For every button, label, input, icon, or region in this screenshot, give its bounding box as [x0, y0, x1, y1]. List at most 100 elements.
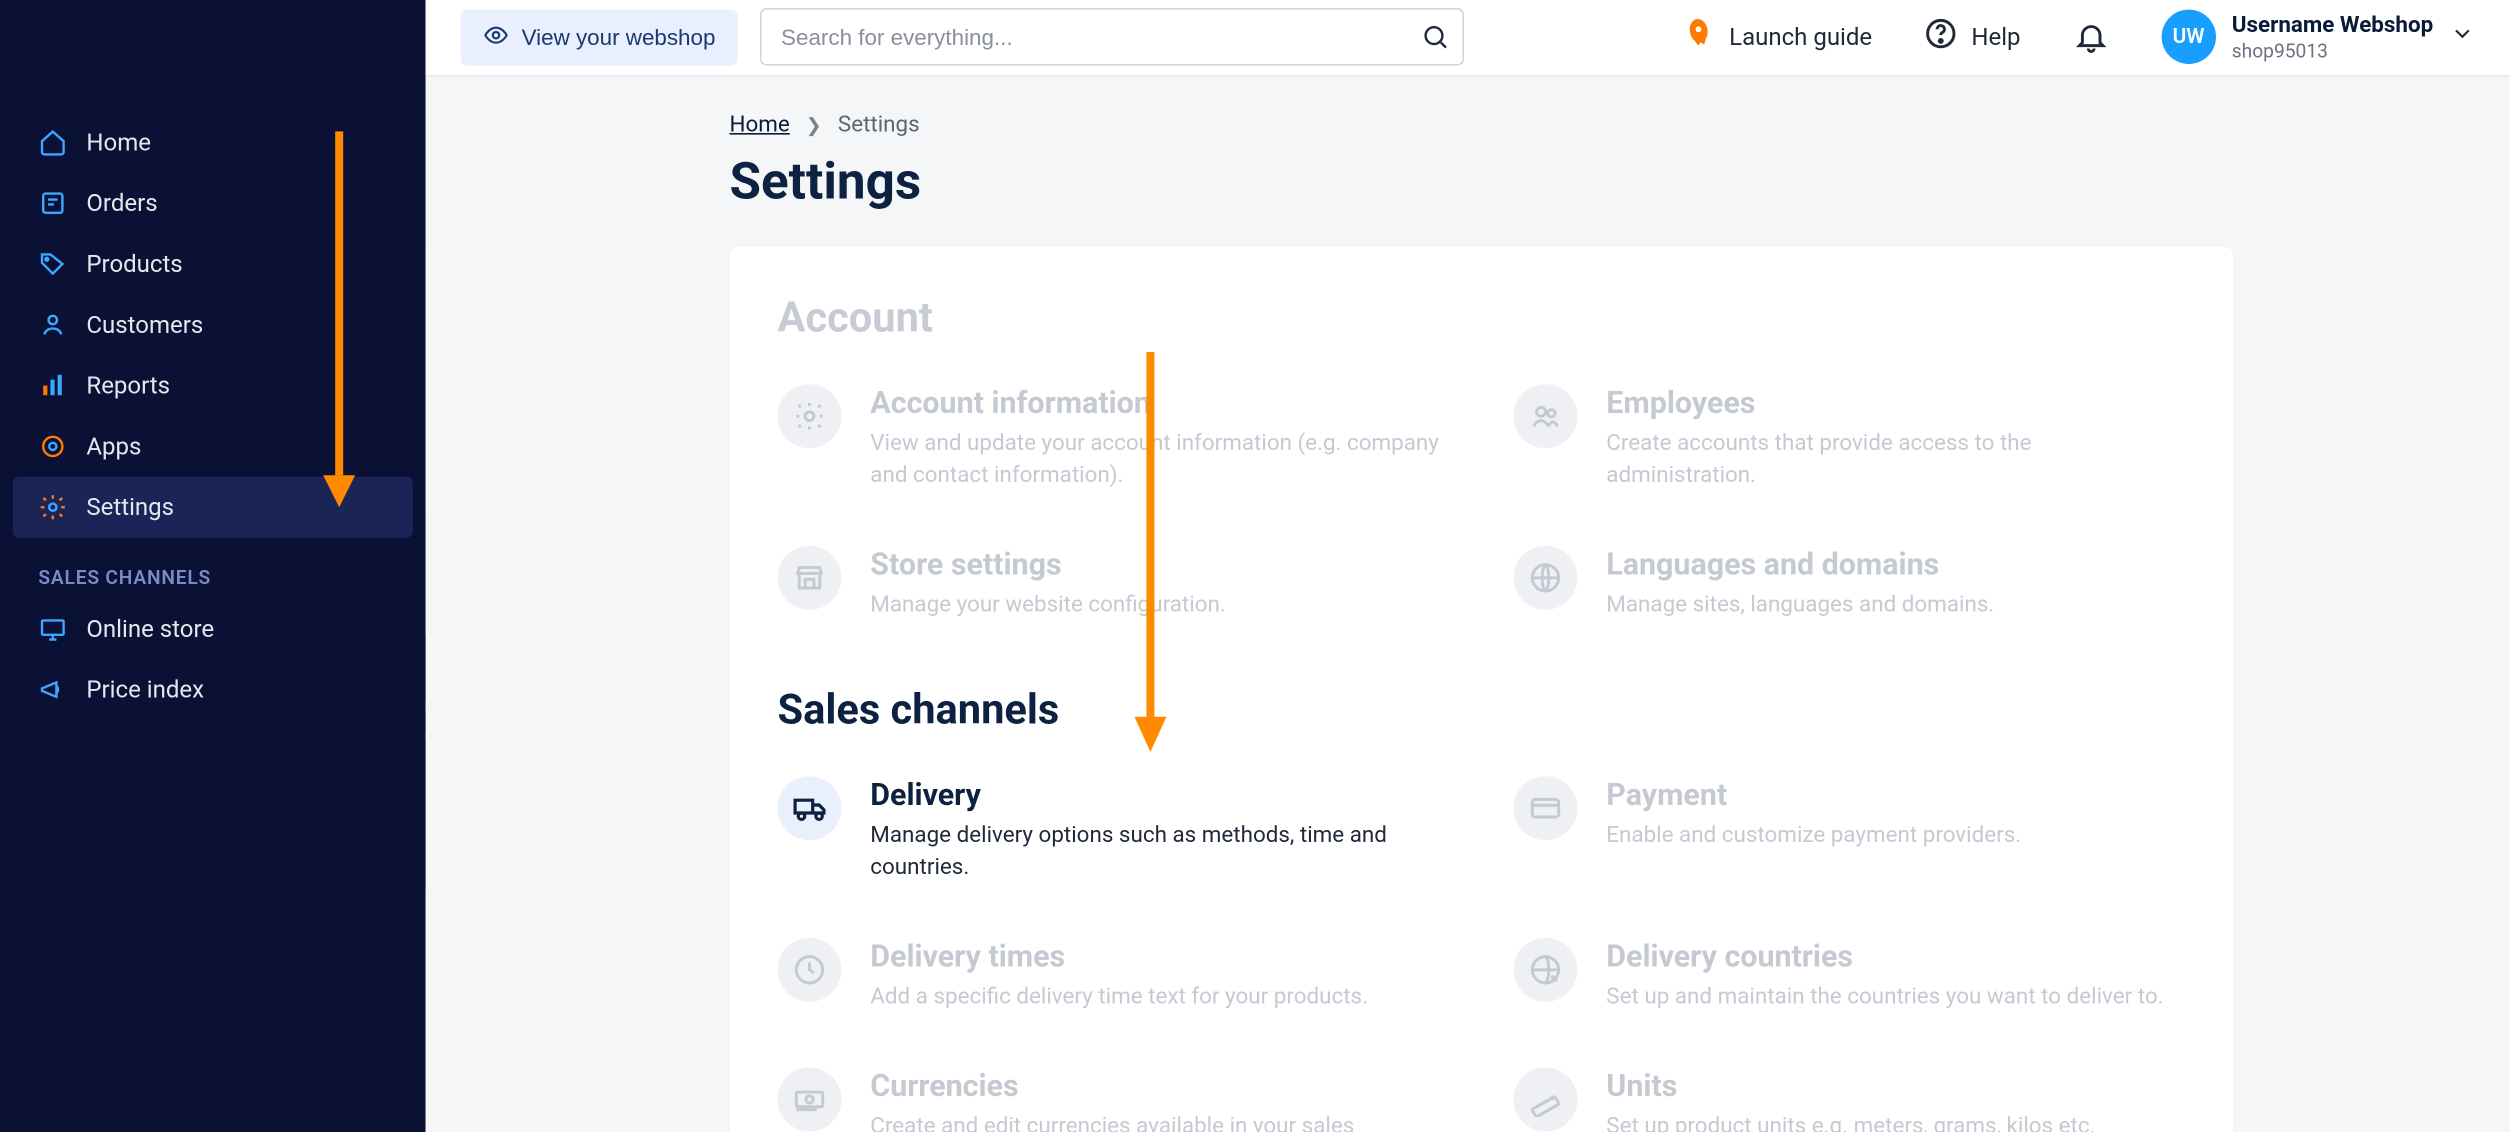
tile-title: Units — [1606, 1068, 2095, 1105]
user-subtext: shop95013 — [2232, 39, 2433, 62]
tile-desc: Create and edit currencies available in … — [870, 1111, 1449, 1132]
sidebar-item-online-store[interactable]: Online store — [0, 598, 426, 659]
tile-desc: Manage sites, languages and domains. — [1606, 589, 1994, 621]
tile-title: Delivery — [870, 775, 1449, 812]
tile-title: Languages and domains — [1606, 546, 1994, 583]
sidebar-item-price-index[interactable]: Price index — [0, 659, 426, 720]
tile-payment[interactable]: Payment Enable and customize payment pro… — [1514, 775, 2186, 883]
notifications-button[interactable] — [2072, 18, 2110, 56]
user-name: Username Webshop — [2232, 12, 2433, 39]
sidebar-item-settings[interactable]: Settings — [13, 477, 413, 538]
rocket-icon — [1681, 17, 1716, 59]
launch-guide-label: Launch guide — [1729, 23, 1872, 52]
eye-icon — [483, 22, 509, 52]
tile-title: Delivery times — [870, 938, 1368, 975]
tile-currencies[interactable]: Currencies Create and edit currencies av… — [778, 1068, 1450, 1132]
tile-desc: Set up and maintain the countries you wa… — [1606, 981, 2163, 1013]
sidebar-item-label: Reports — [86, 371, 170, 400]
sidebar-item-label: Customers — [86, 310, 203, 339]
person-icon — [38, 310, 67, 339]
sidebar-item-label: Online store — [86, 614, 214, 643]
sidebar-item-products[interactable]: Products — [0, 234, 426, 295]
search-icon[interactable] — [1416, 18, 1454, 56]
sidebar-item-reports[interactable]: Reports — [0, 355, 426, 416]
gear-icon — [38, 493, 67, 522]
tile-delivery-countries[interactable]: Delivery countries Set up and maintain t… — [1514, 938, 2186, 1014]
sidebar-item-label: Orders — [86, 189, 157, 218]
sidebar-item-label: Settings — [86, 493, 174, 522]
sidebar-item-label: Home — [86, 128, 151, 157]
globe-arrow-icon — [1514, 938, 1578, 1002]
sidebar-item-home[interactable]: Home — [0, 112, 426, 173]
tile-units[interactable]: Units Set up product units e.g. meters, … — [1514, 1068, 2186, 1132]
tile-title: Currencies — [870, 1068, 1449, 1105]
globe-icon — [1514, 546, 1578, 610]
help-label: Help — [1971, 23, 2020, 52]
tile-delivery[interactable]: Delivery Manage delivery options such as… — [778, 775, 1450, 883]
tile-desc: Add a specific delivery time text for yo… — [870, 981, 1368, 1013]
tag-icon — [38, 250, 67, 279]
page-title: Settings — [730, 150, 2234, 211]
user-menu[interactable]: UW Username Webshop shop95013 — [2161, 10, 2474, 64]
avatar-initials: UW — [2173, 25, 2205, 49]
tile-desc: Set up product units e.g. meters, grams,… — [1606, 1111, 2095, 1132]
breadcrumb-current: Settings — [838, 111, 920, 137]
tile-title: Account information — [870, 383, 1449, 420]
tile-languages-domains[interactable]: Languages and domains Manage sites, lang… — [1514, 546, 2186, 622]
avatar: UW — [2161, 10, 2215, 64]
tile-desc: Manage your website configuration. — [870, 589, 1225, 621]
home-icon — [38, 128, 67, 157]
people-icon — [1514, 383, 1578, 447]
sidebar: Home Orders Products Customers Reports — [0, 0, 426, 1132]
view-webshop-button[interactable]: View your webshop — [461, 9, 738, 65]
sidebar-item-label: Products — [86, 250, 182, 279]
breadcrumb-home[interactable]: Home — [730, 111, 790, 137]
launch-guide-link[interactable]: Launch guide — [1681, 17, 1872, 59]
ruler-icon — [1514, 1068, 1578, 1132]
sidebar-item-label: Price index — [86, 675, 204, 704]
help-icon — [1923, 17, 1958, 59]
megaphone-icon — [38, 675, 67, 704]
sidebar-item-apps[interactable]: Apps — [0, 416, 426, 477]
section-title-sales-channels: Sales channels — [778, 686, 2186, 734]
main: View your webshop Launch guide Help — [426, 0, 2510, 1132]
money-icon — [778, 1068, 842, 1132]
sidebar-item-orders[interactable]: Orders — [0, 173, 426, 234]
sidebar-item-label: Apps — [86, 432, 141, 461]
tile-desc: Enable and customize payment providers. — [1606, 818, 2021, 850]
search-input[interactable] — [760, 9, 1464, 67]
card-icon — [1514, 775, 1578, 839]
tile-delivery-times[interactable]: Delivery times Add a specific delivery t… — [778, 938, 1450, 1014]
search-wrap — [760, 9, 1464, 67]
clock-icon — [778, 938, 842, 1002]
tile-store-settings[interactable]: Store settings Manage your website confi… — [778, 546, 1450, 622]
chevron-down-icon — [2449, 21, 2475, 53]
user-text: Username Webshop shop95013 — [2232, 12, 2433, 62]
gear-icon — [778, 383, 842, 447]
view-webshop-label: View your webshop — [522, 25, 716, 51]
tile-title: Store settings — [870, 546, 1225, 583]
store-icon — [778, 546, 842, 610]
truck-icon — [778, 775, 842, 839]
topbar: View your webshop Launch guide Help — [426, 0, 2510, 76]
tile-desc: Manage delivery options such as methods,… — [870, 818, 1449, 883]
sidebar-item-customers[interactable]: Customers — [0, 294, 426, 355]
content: Home ❯ Settings Settings Account — [426, 76, 2510, 1132]
tile-title: Delivery countries — [1606, 938, 2163, 975]
settings-card: Account Account information View and upd… — [730, 246, 2234, 1132]
monitor-icon — [38, 614, 67, 643]
apps-icon — [38, 432, 67, 461]
chart-icon — [38, 371, 67, 400]
tile-title: Employees — [1606, 383, 2185, 420]
orders-icon — [38, 189, 67, 218]
tile-desc: View and update your account information… — [870, 427, 1449, 492]
section-title-account: Account — [778, 294, 2186, 342]
tile-account-information[interactable]: Account information View and update your… — [778, 383, 1450, 491]
chevron-right-icon: ❯ — [806, 113, 822, 135]
breadcrumb: Home ❯ Settings — [730, 111, 2234, 137]
tile-title: Payment — [1606, 775, 2021, 812]
sidebar-section-label: SALES CHANNELS — [0, 538, 426, 599]
tile-desc: Create accounts that provide access to t… — [1606, 427, 2185, 492]
tile-employees[interactable]: Employees Create accounts that provide a… — [1514, 383, 2186, 491]
help-link[interactable]: Help — [1923, 17, 2020, 59]
